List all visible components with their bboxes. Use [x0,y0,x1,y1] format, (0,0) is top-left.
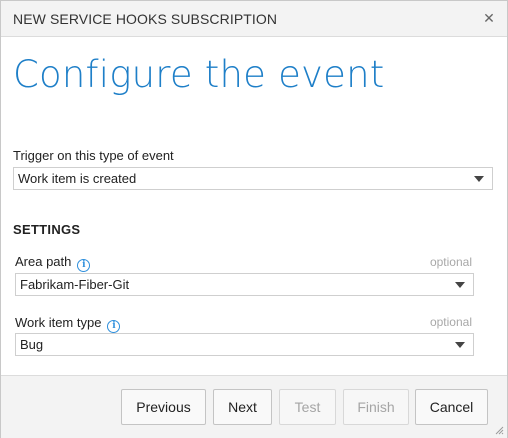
trigger-label: Trigger on this type of event [13,148,174,163]
next-button[interactable]: Next [213,389,272,425]
area-path-select[interactable]: Fabrikam-Fiber-Git [15,273,474,296]
dialog-footer: Previous Next Test Finish Cancel [1,375,507,438]
test-button[interactable]: Test [279,389,336,425]
trigger-event-value: Work item is created [18,171,137,186]
info-icon[interactable]: i [107,320,121,333]
cancel-button[interactable]: Cancel [415,389,488,425]
trigger-event-select[interactable]: Work item is created [13,167,493,190]
area-path-label: Area path [15,254,72,269]
service-hooks-dialog: NEW SERVICE HOOKS SUBSCRIPTION ✕ Configu… [0,0,508,438]
area-path-label-row: Area path i [15,254,91,272]
chevron-down-icon [474,176,484,182]
page-heading: Configure the event [13,53,385,96]
dialog-title: NEW SERVICE HOOKS SUBSCRIPTION [13,11,278,27]
work-item-type-value: Bug [20,337,44,352]
settings-heading: SETTINGS [13,222,81,237]
work-item-type-select[interactable]: Bug [15,333,474,356]
close-icon[interactable]: ✕ [481,10,497,26]
previous-button[interactable]: Previous [121,389,206,425]
work-item-type-label: Work item type [15,315,102,330]
area-path-value: Fabrikam-Fiber-Git [20,277,130,292]
resize-grip-icon[interactable] [494,425,504,435]
work-item-type-optional: optional [429,315,472,329]
work-item-type-label-row: Work item type i [15,315,121,333]
area-path-optional: optional [429,255,472,269]
dialog-titlebar: NEW SERVICE HOOKS SUBSCRIPTION ✕ [1,1,507,37]
chevron-down-icon [455,282,465,288]
chevron-down-icon [455,342,465,348]
finish-button[interactable]: Finish [343,389,409,425]
info-icon[interactable]: i [77,259,91,272]
